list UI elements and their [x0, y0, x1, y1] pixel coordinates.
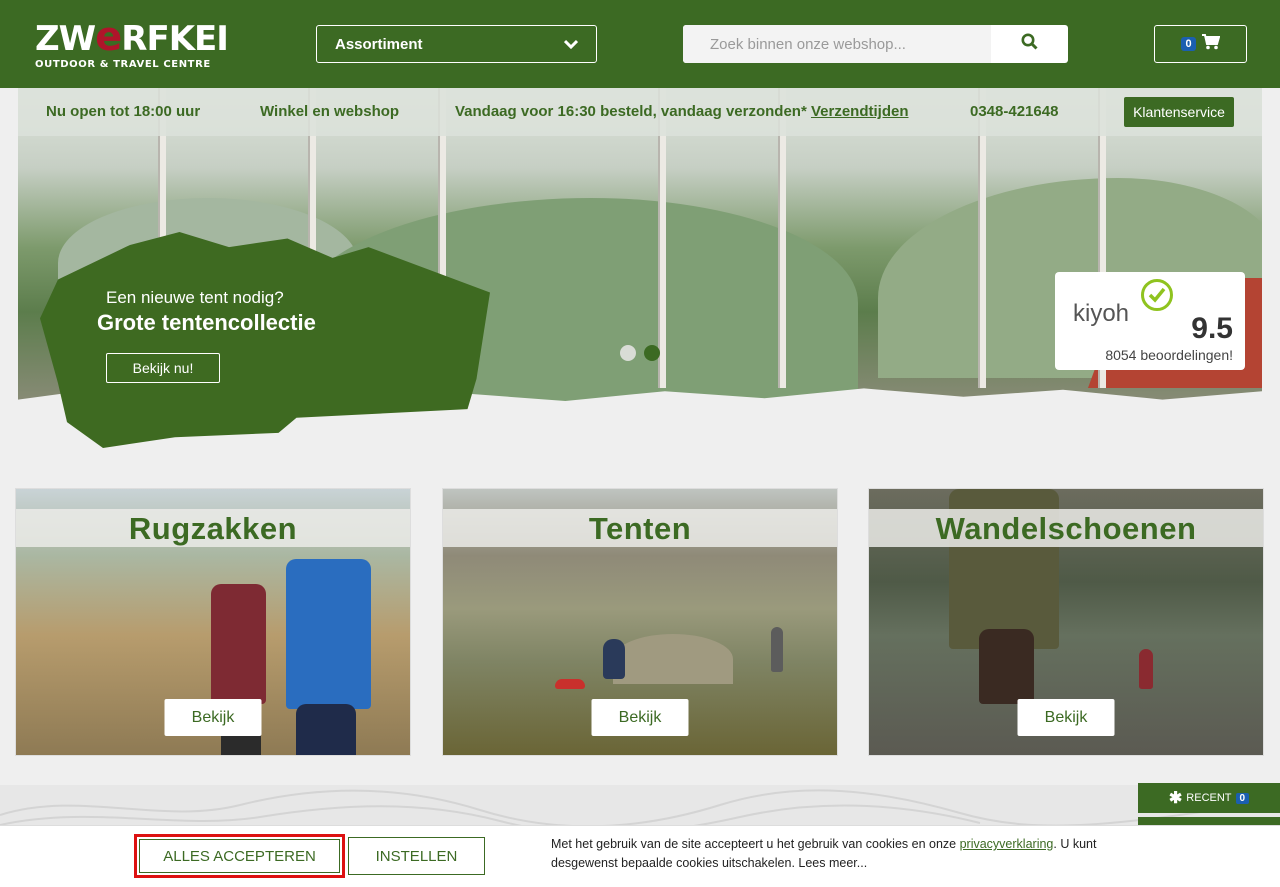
slider-dot-1[interactable] — [620, 345, 636, 361]
kiyoh-rating-widget[interactable]: kiyoh 9.5 8054 beoordelingen! — [1055, 272, 1245, 370]
accept-all-label: ALLES ACCEPTEREN — [139, 839, 340, 873]
privacy-policy-link[interactable]: privacyverklaring — [960, 837, 1054, 851]
assortiment-label: Assortiment — [335, 35, 423, 53]
checkmark-icon — [1141, 279, 1173, 311]
category-tile-tenten[interactable]: Tenten Bekijk — [442, 488, 838, 756]
search-icon — [1021, 33, 1038, 55]
logo-tagline: OUTDOOR & TRAVEL CENTRE — [35, 59, 211, 70]
cart-count-badge: 0 — [1181, 37, 1196, 51]
site-header: ZWeRFKEI OUTDOOR & TRAVEL CENTRE Assorti… — [0, 0, 1280, 88]
topographic-pattern-strip — [0, 785, 1280, 835]
logo-wordmark: ZWeRFKEI — [35, 14, 229, 60]
category-title: Tenten — [588, 511, 692, 546]
search-input[interactable] — [683, 25, 991, 63]
cart-icon — [1201, 33, 1220, 55]
search-button[interactable] — [991, 25, 1068, 63]
kiyoh-review-count: 8054 beoordelingen! — [1105, 347, 1233, 363]
promo-title: Grote tentencollectie — [97, 310, 316, 335]
cookie-settings-button[interactable]: INSTELLEN — [348, 837, 485, 875]
accept-all-cookies-button[interactable]: ALLES ACCEPTEREN — [134, 834, 345, 878]
slider-dot-2-active[interactable] — [644, 345, 660, 361]
store-and-webshop: Winkel en webshop — [260, 103, 400, 120]
recent-label: RECENT — [1186, 792, 1232, 804]
cookie-notice-text: Met het gebruik van de site accepteert u… — [551, 837, 1097, 870]
category-title: Wandelschoenen — [935, 511, 1197, 546]
recent-count-badge: 0 — [1235, 792, 1250, 804]
info-bar: Nu open tot 18:00 uur Winkel en webshop … — [18, 88, 1262, 136]
recent-tab-secondary — [1138, 817, 1280, 825]
category-view-button[interactable]: Bekijk — [164, 699, 262, 736]
cart-button[interactable]: 0 — [1154, 25, 1247, 63]
shipping-info: Vandaag voor 16:30 besteld, vandaag verz… — [455, 103, 909, 120]
kiyoh-logo: kiyoh — [1073, 300, 1130, 327]
customer-service-button[interactable]: Klantenservice — [1124, 97, 1234, 127]
category-tile-rugzakken[interactable]: Rugzakken Bekijk — [15, 488, 411, 756]
asterisk-icon: ✱ — [1168, 790, 1183, 807]
kiyoh-score: 9.5 — [1191, 312, 1233, 345]
phone-number[interactable]: 0348-421648 — [970, 103, 1058, 120]
recent-items-tab[interactable]: ✱ RECENT 0 — [1138, 783, 1280, 813]
search-bar — [683, 25, 1068, 63]
promo-button[interactable]: Bekijk nu! — [106, 353, 220, 383]
category-tile-wandelschoenen[interactable]: Wandelschoenen Bekijk — [868, 488, 1264, 756]
category-view-button[interactable]: Bekijk — [1017, 699, 1115, 736]
promo-subtitle: Een nieuwe tent nodig? — [106, 288, 284, 307]
opening-hours: Nu open tot 18:00 uur — [46, 103, 201, 120]
assortiment-dropdown[interactable]: Assortiment — [316, 25, 597, 63]
logo[interactable]: ZWeRFKEI OUTDOOR & TRAVEL CENTRE — [35, 14, 229, 70]
category-view-button[interactable]: Bekijk — [591, 699, 689, 736]
shipping-times-link[interactable]: Verzendtijden — [811, 103, 909, 120]
chevron-down-icon — [563, 36, 579, 53]
category-title: Rugzakken — [128, 511, 298, 546]
